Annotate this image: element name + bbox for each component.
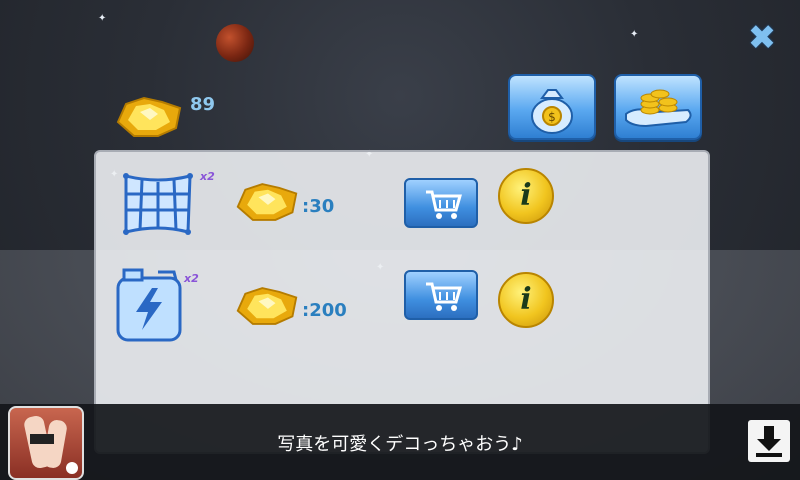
ad-text: 写真を可愛くデコっちゃおう♪ bbox=[277, 434, 523, 455]
net-icon bbox=[123, 173, 193, 235]
close-button[interactable]: ✖ bbox=[744, 20, 780, 56]
close-x-icon: ✖ bbox=[747, 18, 777, 58]
money-bag-icon: $ bbox=[531, 89, 573, 134]
info-icon: i bbox=[520, 178, 532, 213]
info-button[interactable]: i bbox=[498, 168, 554, 224]
item-price: :200 bbox=[302, 300, 347, 321]
info-icon: i bbox=[520, 282, 532, 317]
svg-text:$: $ bbox=[548, 110, 556, 124]
money-bag-shop-button[interactable]: $ bbox=[508, 74, 596, 140]
gold-nugget-icon bbox=[236, 287, 298, 325]
fuel-can-icon bbox=[116, 268, 182, 342]
star: ✦ bbox=[98, 13, 107, 24]
star: ✦ bbox=[630, 29, 639, 40]
red-planet bbox=[216, 24, 254, 62]
info-button[interactable]: i bbox=[498, 272, 554, 328]
coin-stack-hand-icon bbox=[625, 89, 692, 128]
buy-button[interactable] bbox=[404, 270, 478, 320]
multiplier-badge: x2 bbox=[184, 272, 199, 285]
cart-icon bbox=[426, 190, 462, 219]
gold-nugget-icon bbox=[236, 183, 298, 221]
gold-nugget-icon bbox=[116, 96, 182, 137]
download-button[interactable] bbox=[748, 420, 790, 462]
buy-button[interactable] bbox=[404, 178, 478, 228]
download-icon bbox=[756, 426, 782, 457]
coin-stack-shop-button[interactable] bbox=[614, 74, 702, 140]
multiplier-badge: x2 bbox=[200, 170, 215, 183]
item-price: :30 bbox=[302, 196, 335, 217]
cart-icon bbox=[426, 282, 462, 311]
gold-count: 89 bbox=[190, 94, 216, 115]
